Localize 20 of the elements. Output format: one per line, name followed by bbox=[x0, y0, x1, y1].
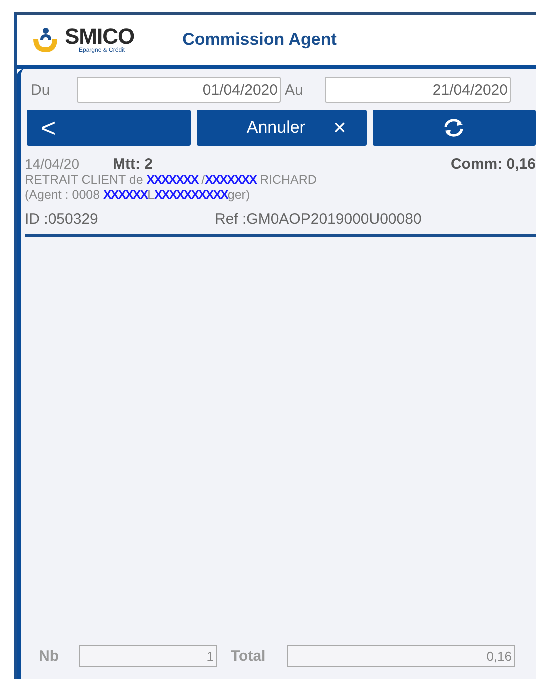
from-date-field[interactable]: 01/04/2020 bbox=[77, 77, 281, 103]
transaction-reference: Ref :GM0AOP2019000U00080 bbox=[215, 211, 422, 228]
transaction-description: (Agent : 0008 XXXXXXLXXXXXXXXXXger) bbox=[25, 188, 252, 203]
to-label: Au bbox=[284, 82, 304, 98]
count-field[interactable]: 1 bbox=[79, 645, 217, 667]
from-label: Du bbox=[30, 82, 52, 98]
total-field[interactable]: 0,16 bbox=[287, 645, 515, 667]
refresh-button[interactable] bbox=[372, 110, 536, 146]
transaction-description: RETRAIT CLIENT de XXXXXXX /XXXXXXX RICHARD bbox=[25, 173, 318, 188]
transaction-amount: Mtt: 2 bbox=[113, 156, 153, 173]
transaction-commission: Comm: 0,16 bbox=[450, 156, 536, 173]
transaction-date: 14/04/20 bbox=[25, 156, 80, 172]
total-label: Total bbox=[230, 648, 267, 664]
count-label: Nb bbox=[38, 648, 60, 664]
back-button[interactable]: < bbox=[27, 110, 191, 146]
transaction-id: ID :050329 bbox=[25, 211, 100, 228]
screen-title: Commission Agent bbox=[182, 30, 337, 50]
cancel-button[interactable]: Annuler × bbox=[196, 110, 367, 146]
brand-name: SMICO bbox=[65, 26, 135, 48]
to-date-field[interactable]: 21/04/2020 bbox=[325, 77, 511, 103]
